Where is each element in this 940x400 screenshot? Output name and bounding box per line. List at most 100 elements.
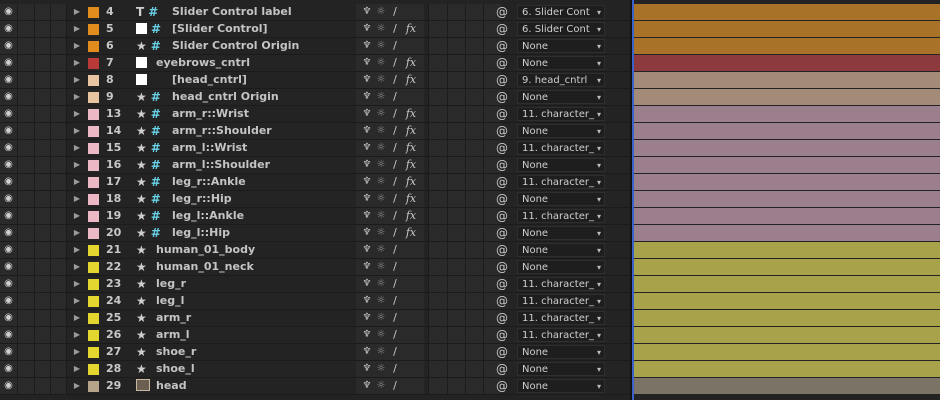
quality-icon[interactable]: / — [389, 293, 401, 309]
mode-cells[interactable] — [428, 140, 501, 156]
quality-icon[interactable]: / — [389, 276, 401, 292]
lock-toggle[interactable] — [51, 310, 67, 326]
layer-duration-bar[interactable] — [634, 4, 940, 20]
solo-toggle[interactable] — [35, 327, 51, 343]
visibility-eye-icon[interactable]: ◉ — [0, 259, 18, 275]
collapse-icon[interactable]: ☼ — [375, 72, 387, 88]
pickwhip-icon[interactable]: @ — [494, 361, 510, 377]
layer-name[interactable]: leg_l — [156, 293, 351, 309]
audio-toggle[interactable] — [18, 191, 35, 207]
label-color-swatch[interactable] — [88, 194, 99, 205]
layer-duration-bar[interactable] — [634, 191, 940, 207]
lock-toggle[interactable] — [51, 259, 67, 275]
label-color-swatch[interactable] — [88, 228, 99, 239]
mode-cells[interactable] — [428, 123, 501, 139]
audio-toggle[interactable] — [18, 259, 35, 275]
collapse-icon[interactable]: ☼ — [375, 378, 387, 394]
parent-dropdown[interactable]: None ▾ — [517, 158, 605, 172]
layer-row[interactable]: ◉ ▶ 18 ★ # leg_r::Hip ♆ ☼ / fx @ None ▾ — [0, 191, 630, 208]
fx-icon[interactable]: fx — [404, 157, 418, 173]
quality-icon[interactable]: / — [389, 106, 401, 122]
audio-toggle[interactable] — [18, 21, 35, 37]
layer-row[interactable]: ◉ ▶ 29 head ♆ ☼ / @ None ▾ — [0, 378, 630, 395]
collapse-icon[interactable]: ☼ — [375, 225, 387, 241]
layer-duration-bar[interactable] — [634, 293, 940, 309]
parent-dropdown[interactable]: None ▾ — [517, 345, 605, 359]
layer-name[interactable]: [head_cntrl] — [172, 72, 367, 88]
layer-name[interactable]: leg_l::Hip — [172, 225, 367, 241]
label-color-swatch[interactable] — [88, 279, 99, 290]
shy-icon[interactable]: ♆ — [360, 72, 374, 88]
layer-row[interactable]: ◉ ▶ 13 ★ # arm_r::Wrist ♆ ☼ / fx @11. character_ ▾ — [0, 106, 630, 123]
shy-icon[interactable]: ♆ — [360, 21, 374, 37]
parent-dropdown[interactable]: None ▾ — [517, 362, 605, 376]
solo-toggle[interactable] — [35, 259, 51, 275]
shy-icon[interactable]: ♆ — [360, 89, 374, 105]
layer-name[interactable]: leg_l::Ankle — [172, 208, 367, 224]
pickwhip-icon[interactable]: @ — [494, 55, 510, 71]
lock-toggle[interactable] — [51, 191, 67, 207]
label-color-swatch[interactable] — [88, 24, 99, 35]
pickwhip-icon[interactable]: @ — [494, 123, 510, 139]
twirl-arrow-icon[interactable]: ▶ — [70, 157, 84, 173]
solo-toggle[interactable] — [35, 89, 51, 105]
solo-toggle[interactable] — [35, 157, 51, 173]
layer-row[interactable]: ◉ ▶ 16 ★ # arm_l::Shoulder ♆ ☼ / fx @ None ▾ — [0, 157, 630, 174]
lock-toggle[interactable] — [51, 21, 67, 37]
visibility-eye-icon[interactable]: ◉ — [0, 140, 18, 156]
audio-toggle[interactable] — [18, 38, 35, 54]
label-color-swatch[interactable] — [88, 41, 99, 52]
collapse-icon[interactable]: ☼ — [375, 259, 387, 275]
collapse-icon[interactable]: ☼ — [375, 276, 387, 292]
layer-name[interactable]: eyebrows_cntrl — [156, 55, 351, 71]
pickwhip-icon[interactable]: @ — [494, 38, 510, 54]
layer-duration-bar[interactable] — [634, 344, 940, 360]
mode-cells[interactable] — [428, 208, 501, 224]
audio-toggle[interactable] — [18, 208, 35, 224]
solo-toggle[interactable] — [35, 123, 51, 139]
visibility-eye-icon[interactable]: ◉ — [0, 89, 18, 105]
layer-row[interactable]: ◉ ▶ 6 ★ # Slider Control Origin ♆ ☼ / @ None ▾ — [0, 38, 630, 55]
parent-dropdown[interactable]: 11. character_ ▾ — [517, 175, 605, 189]
layer-name[interactable]: head_cntrl Origin — [172, 89, 367, 105]
lock-toggle[interactable] — [51, 344, 67, 360]
fx-icon[interactable]: fx — [404, 208, 418, 224]
mode-cells[interactable] — [428, 157, 501, 173]
pickwhip-icon[interactable]: @ — [494, 293, 510, 309]
label-color-swatch[interactable] — [88, 364, 99, 375]
shy-icon[interactable]: ♆ — [360, 361, 374, 377]
twirl-arrow-icon[interactable]: ▶ — [70, 21, 84, 37]
quality-icon[interactable]: / — [389, 38, 401, 54]
lock-toggle[interactable] — [51, 276, 67, 292]
fx-icon[interactable]: fx — [404, 72, 418, 88]
lock-toggle[interactable] — [51, 174, 67, 190]
audio-toggle[interactable] — [18, 225, 35, 241]
collapse-icon[interactable]: ☼ — [375, 106, 387, 122]
shy-icon[interactable]: ♆ — [360, 191, 374, 207]
parent-dropdown[interactable]: 11. character_ ▾ — [517, 328, 605, 342]
parent-dropdown[interactable]: None ▾ — [517, 379, 605, 393]
solo-toggle[interactable] — [35, 361, 51, 377]
layer-name[interactable]: Slider Control Origin — [172, 38, 367, 54]
parent-dropdown[interactable]: None ▾ — [517, 56, 605, 70]
shy-icon[interactable]: ♆ — [360, 344, 374, 360]
pickwhip-icon[interactable]: @ — [494, 276, 510, 292]
layer-duration-bar[interactable] — [634, 123, 940, 139]
layer-row[interactable]: ◉ ▶ 7 eyebrows_cntrl ♆ ☼ / fx @ None ▾ — [0, 55, 630, 72]
label-color-swatch[interactable] — [88, 75, 99, 86]
layer-name[interactable]: arm_l::Shoulder — [172, 157, 367, 173]
layer-duration-bar[interactable] — [634, 361, 940, 377]
mode-cells[interactable] — [428, 72, 501, 88]
layer-name[interactable]: human_01_body — [156, 242, 351, 258]
twirl-arrow-icon[interactable]: ▶ — [70, 242, 84, 258]
shy-icon[interactable]: ♆ — [360, 259, 374, 275]
mode-cells[interactable] — [428, 310, 501, 326]
layer-duration-bar[interactable] — [634, 174, 940, 190]
layer-row[interactable]: ◉ ▶ 25 ★ arm_r ♆ ☼ / @11. character_ ▾ — [0, 310, 630, 327]
parent-dropdown[interactable]: 9. head_cntrl ▾ — [517, 73, 605, 87]
parent-dropdown[interactable]: 11. character_ ▾ — [517, 107, 605, 121]
shy-icon[interactable]: ♆ — [360, 55, 374, 71]
twirl-arrow-icon[interactable]: ▶ — [70, 327, 84, 343]
collapse-icon[interactable]: ☼ — [375, 191, 387, 207]
layer-row[interactable]: ◉ ▶ 4 T # Slider Control label ♆ ☼ / @6. Slider C… — [0, 4, 630, 21]
